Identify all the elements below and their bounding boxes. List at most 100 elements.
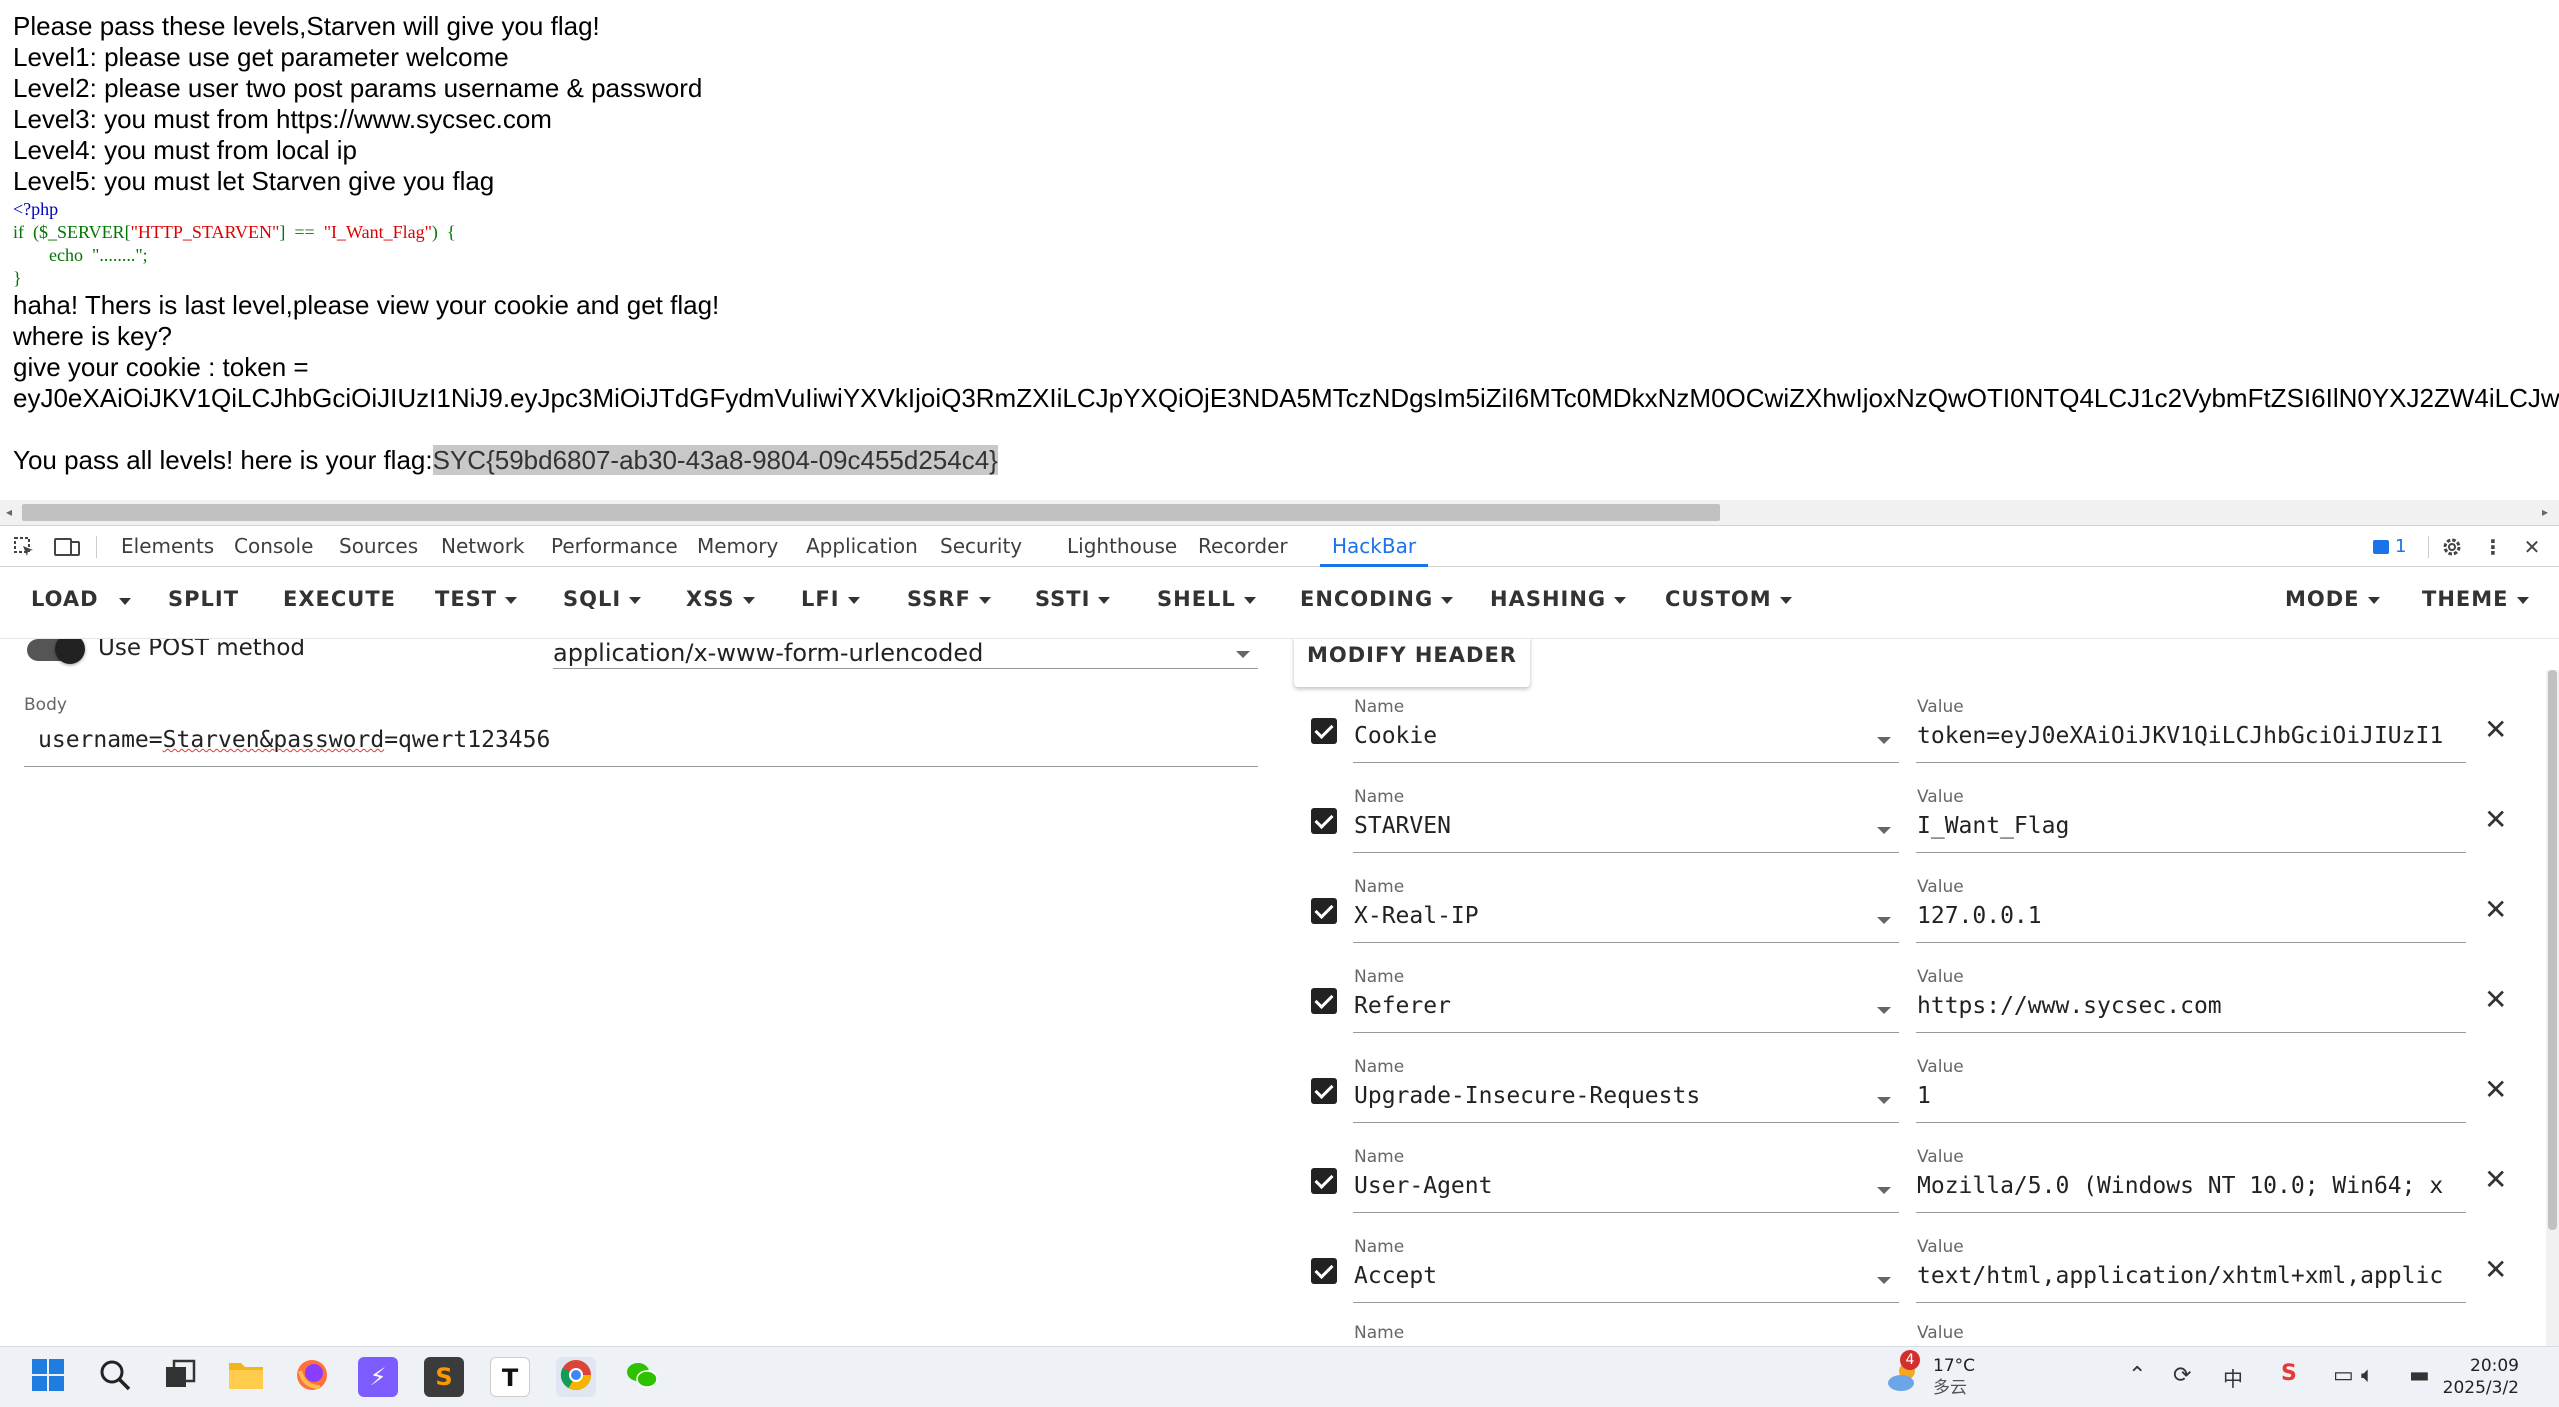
typora-icon[interactable]: T (490, 1357, 530, 1397)
hashing-menu[interactable]: HASHING (1490, 587, 1627, 611)
windows-start-icon[interactable] (28, 1357, 68, 1397)
search-icon[interactable] (95, 1357, 135, 1397)
header-enabled-checkbox[interactable] (1311, 808, 1337, 834)
tab-security[interactable]: Security (940, 526, 1022, 567)
file-explorer-icon[interactable] (226, 1357, 266, 1397)
header-value-field[interactable]: Value 1 (1916, 1051, 2466, 1123)
tab-application[interactable]: Application (806, 526, 918, 567)
header-name-field[interactable]: Name User-Agent (1353, 1141, 1899, 1213)
tab-lighthouse[interactable]: Lighthouse (1067, 526, 1177, 567)
header-value-field[interactable]: Value token=eyJ0eXAiOiJKV1QiLCJhbGciOiJIU… (1916, 691, 2466, 763)
remove-header-icon[interactable]: ✕ (2484, 803, 2507, 836)
enctype-select[interactable]: application/x-www-form-urlencoded (553, 639, 1258, 669)
xss-menu[interactable]: XSS (686, 587, 755, 611)
theme-label: THEME (2422, 587, 2509, 611)
tab-hackbar[interactable]: HackBar (1320, 526, 1429, 567)
task-view-icon[interactable] (160, 1357, 200, 1397)
weather-widget[interactable]: 17°C 多云 (1933, 1355, 1975, 1399)
more-options-icon[interactable]: ⋮ (2481, 535, 2505, 559)
header-name-field[interactable]: Name Cookie (1353, 691, 1899, 763)
scroll-right-icon[interactable]: ▸ (2542, 505, 2548, 519)
tab-sources[interactable]: Sources (339, 526, 418, 567)
token-line: eyJ0eXAiOiJKV1QiLCJhbGciOiJIUzI1NiJ9.eyJ… (13, 383, 2559, 413)
header-name-field[interactable]: Name Upgrade-Insecure-Requests (1353, 1051, 1899, 1123)
split-button[interactable]: SPLIT (168, 587, 239, 611)
ssrf-label: SSRF (907, 587, 971, 611)
battery-icon[interactable]: ▬ (2409, 1363, 2430, 1388)
tab-performance[interactable]: Performance (551, 526, 678, 567)
lfi-menu[interactable]: LFI (801, 587, 860, 611)
header-enabled-checkbox[interactable] (1311, 988, 1337, 1014)
tab-memory[interactable]: Memory (697, 526, 778, 567)
volume-icon[interactable]: 🔈︎ (2361, 1363, 2374, 1388)
mode-menu[interactable]: MODE (2285, 587, 2380, 611)
shell-menu[interactable]: SHELL (1157, 587, 1256, 611)
header-enabled-checkbox[interactable] (1311, 718, 1337, 744)
header-name-field[interactable]: Name STARVEN (1353, 781, 1899, 853)
tab-recorder[interactable]: Recorder (1198, 526, 1288, 567)
tab-console[interactable]: Console (234, 526, 313, 567)
remove-header-icon[interactable]: ✕ (2484, 983, 2507, 1016)
system-clock[interactable]: 20:09 2025/3/2 (2443, 1355, 2519, 1399)
close-devtools-icon[interactable]: ✕ (2520, 535, 2544, 559)
header-value-field[interactable]: Value I_Want_Flag (1916, 781, 2466, 853)
vertical-scroll-thumb[interactable] (2548, 670, 2557, 1230)
burp-icon[interactable]: ⚡ (358, 1357, 398, 1397)
custom-label: CUSTOM (1665, 587, 1772, 611)
header-value-field[interactable]: Value Mozilla/5.0 (Windows NT 10.0; Win64… (1916, 1141, 2466, 1213)
header-value-field[interactable]: Value text/html,application/xhtml+xml,app… (1916, 1231, 2466, 1303)
device-toolbar-icon[interactable] (54, 535, 80, 559)
header-enabled-checkbox[interactable] (1311, 1078, 1337, 1104)
flag-value[interactable]: SYC{59bd6807-ab30-43a8-9804-09c455d254c4… (432, 445, 998, 475)
gear-icon[interactable] (2440, 535, 2464, 559)
dropdown-arrow-icon (1877, 1187, 1891, 1194)
tab-network[interactable]: Network (441, 526, 525, 567)
header-name-field[interactable]: Name Accept (1353, 1231, 1899, 1303)
ssti-menu[interactable]: SSTI (1035, 587, 1111, 611)
modify-header-button[interactable]: MODIFY HEADER (1294, 639, 1530, 687)
execute-button[interactable]: EXECUTE (283, 587, 396, 611)
load-dropdown-icon[interactable] (119, 588, 131, 612)
chevron-down-icon (505, 596, 518, 604)
header-value-field[interactable]: Value https://www.sycsec.com (1916, 961, 2466, 1033)
theme-menu[interactable]: THEME (2422, 587, 2529, 611)
header-name-field[interactable]: Name (1353, 1321, 1899, 1346)
inspect-element-icon[interactable] (12, 535, 36, 559)
header-name-field[interactable]: Name X-Real-IP (1353, 871, 1899, 943)
horizontal-scroll-thumb[interactable] (22, 504, 1720, 521)
chrome-icon[interactable] (556, 1357, 596, 1397)
remove-header-icon[interactable]: ✕ (2484, 1163, 2507, 1196)
encoding-menu[interactable]: ENCODING (1300, 587, 1454, 611)
sync-icon[interactable]: ⟳ (2173, 1363, 2191, 1388)
post-method-toggle[interactable] (27, 639, 85, 664)
ssrf-menu[interactable]: SSRF (907, 587, 991, 611)
header-name-field[interactable]: Name Referer (1353, 961, 1899, 1033)
test-menu[interactable]: TEST (435, 587, 518, 611)
custom-menu[interactable]: CUSTOM (1665, 587, 1792, 611)
header-name: Cookie (1354, 723, 1438, 749)
tab-elements[interactable]: Elements (121, 526, 214, 567)
chevron-up-icon[interactable]: ⌃ (2128, 1363, 2146, 1388)
vertical-scrollbar[interactable] (2546, 670, 2559, 1347)
issues-counter[interactable]: 1 (2373, 536, 2406, 558)
remove-header-icon[interactable]: ✕ (2484, 1073, 2507, 1106)
sqli-menu[interactable]: SQLI (563, 587, 642, 611)
header-value-field[interactable]: Value 127.0.0.1 (1916, 871, 2466, 943)
sogou-ime-icon[interactable]: S (2281, 1361, 2297, 1386)
remove-header-icon[interactable]: ✕ (2484, 893, 2507, 926)
scroll-left-icon[interactable]: ◂ (6, 505, 12, 519)
header-enabled-checkbox[interactable] (1311, 898, 1337, 924)
sublime-text-icon[interactable]: S (424, 1357, 464, 1397)
header-value-field[interactable]: Value (1916, 1321, 2466, 1346)
load-button[interactable]: LOAD (31, 587, 99, 611)
input-method-icon[interactable]: 中 (2223, 1363, 2243, 1392)
remove-header-icon[interactable]: ✕ (2484, 1253, 2507, 1286)
wechat-icon[interactable] (622, 1357, 662, 1397)
firefox-icon[interactable] (292, 1357, 332, 1397)
post-body-input[interactable]: username=Starven&password=qwert123456 (24, 709, 1258, 767)
network-icon[interactable]: ▭ (2333, 1363, 2354, 1388)
horizontal-scrollbar[interactable]: ◂ ▸ (0, 500, 2559, 525)
header-enabled-checkbox[interactable] (1311, 1258, 1337, 1284)
header-enabled-checkbox[interactable] (1311, 1168, 1337, 1194)
remove-header-icon[interactable]: ✕ (2484, 713, 2507, 746)
